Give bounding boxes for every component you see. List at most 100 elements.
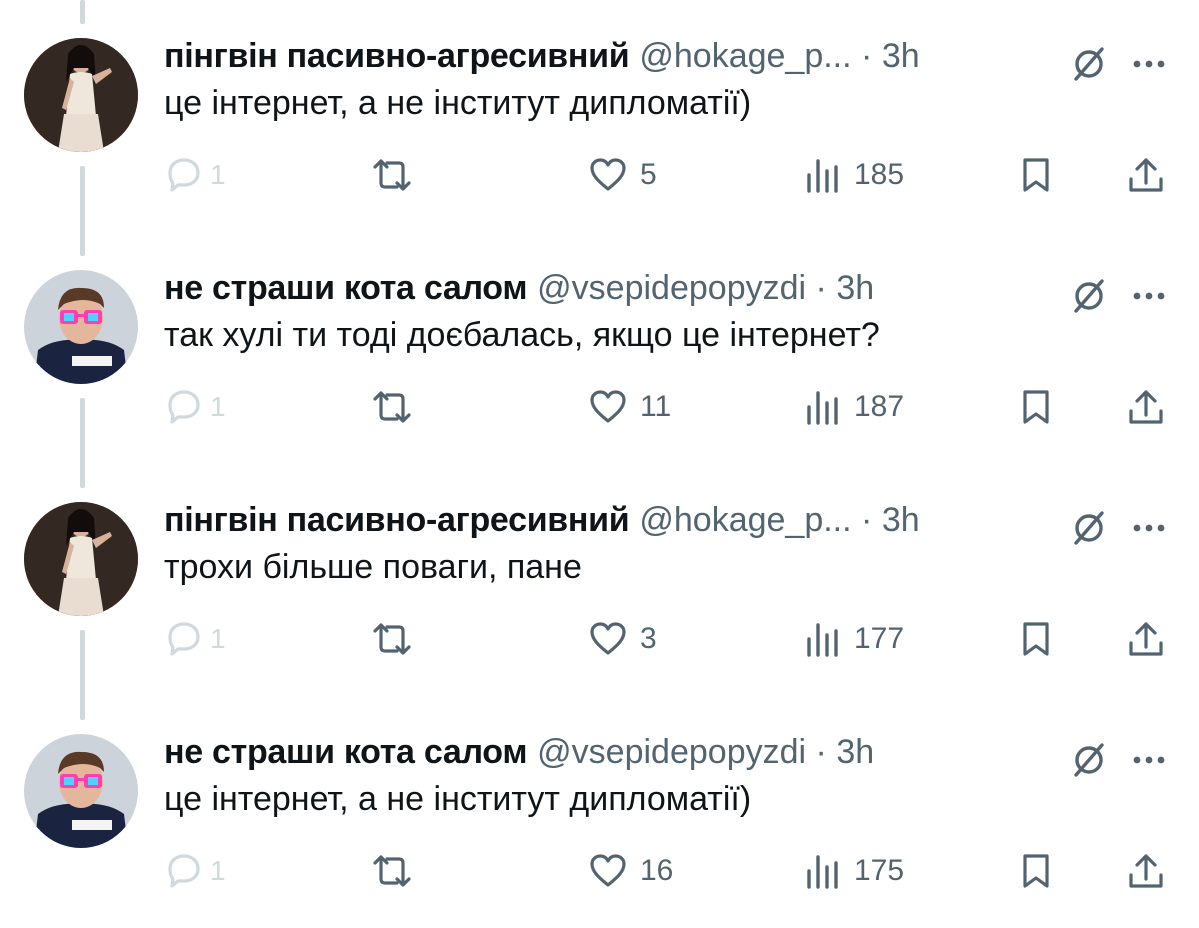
tweet[interactable]: не страши кота салом @vsepidepopyzdi · 3h… <box>0 696 1199 928</box>
bookmark-button[interactable] <box>1016 616 1056 662</box>
reply-bubble-icon <box>168 622 200 656</box>
tweet-actions: 1 11 187 <box>164 384 1174 430</box>
views-button[interactable]: 187 <box>804 384 904 430</box>
user-handle[interactable]: @hokage_p... <box>639 37 851 75</box>
bookmark-icon <box>1023 158 1049 192</box>
grok-icon[interactable] <box>1069 276 1109 316</box>
tweet[interactable]: пінгвін пасивно-агресивний @hokage_p... ·… <box>0 464 1199 696</box>
like-count: 5 <box>640 158 657 191</box>
user-handle[interactable]: @hokage_p... <box>639 501 851 539</box>
like-button[interactable]: 3 <box>588 616 657 662</box>
woman-photo-avatar-icon <box>24 502 138 616</box>
view-count: 175 <box>854 854 905 887</box>
retweet-button[interactable] <box>369 384 415 430</box>
grok-icon[interactable] <box>1069 740 1109 780</box>
reply-button[interactable]: 1 <box>164 848 226 894</box>
like-button[interactable]: 5 <box>588 152 657 198</box>
bookmark-button[interactable] <box>1016 384 1056 430</box>
tweet-text: це інтернет, а не інститут дипломатії) <box>164 84 752 122</box>
grok-icon[interactable] <box>1069 44 1109 84</box>
separator-dot: · <box>815 269 827 307</box>
more-options-icon[interactable] <box>1129 44 1169 84</box>
tweet-actions: 1 5 185 <box>164 152 1174 198</box>
avatar[interactable] <box>24 38 138 152</box>
grok-icon[interactable] <box>1069 508 1109 548</box>
display-name[interactable]: пінгвін пасивно-агресивний <box>164 501 630 539</box>
heart-icon <box>590 158 626 191</box>
analytics-bars-icon <box>807 623 838 657</box>
tweet-header: пінгвін пасивно-агресивний @hokage_p... ·… <box>164 500 1059 540</box>
reply-bubble-icon <box>168 854 200 888</box>
separator-dot: · <box>861 37 873 75</box>
share-icon <box>1129 622 1163 656</box>
display-name[interactable]: не страши кота салом <box>164 269 527 307</box>
retweet-icon <box>373 391 411 423</box>
like-count: 16 <box>640 854 674 887</box>
share-button[interactable] <box>1126 384 1166 430</box>
user-handle[interactable]: @vsepidepopyzdi <box>537 733 806 771</box>
share-icon <box>1129 390 1163 424</box>
share-button[interactable] <box>1126 152 1166 198</box>
like-count: 3 <box>640 622 657 655</box>
tweet-header: пінгвін пасивно-агресивний @hokage_p... ·… <box>164 36 1059 76</box>
retweet-button[interactable] <box>369 152 415 198</box>
heart-icon <box>590 390 626 423</box>
heart-icon <box>590 622 626 655</box>
timestamp[interactable]: 3h <box>836 733 874 771</box>
tweet-text: трохи більше поваги, пане <box>164 548 582 586</box>
avatar[interactable] <box>24 270 138 384</box>
timestamp[interactable]: 3h <box>882 37 920 75</box>
like-button[interactable]: 16 <box>588 848 673 894</box>
tweet-header: не страши кота салом @vsepidepopyzdi · 3h <box>164 268 1059 308</box>
display-name[interactable]: пінгвін пасивно-агресивний <box>164 37 630 75</box>
more-options-icon[interactable] <box>1129 276 1169 316</box>
view-count: 185 <box>854 158 905 191</box>
bookmark-icon <box>1023 390 1049 424</box>
avatar[interactable] <box>24 502 138 616</box>
separator-dot: · <box>815 733 827 771</box>
avatar[interactable] <box>24 734 138 848</box>
timestamp[interactable]: 3h <box>882 501 920 539</box>
share-icon <box>1129 854 1163 888</box>
tweet[interactable]: не страши кота салом @vsepidepopyzdi · 3h… <box>0 232 1199 464</box>
like-button[interactable]: 11 <box>588 384 671 430</box>
retweet-icon <box>373 159 411 191</box>
reply-count: 1 <box>210 855 226 886</box>
reply-bubble-icon <box>168 390 200 424</box>
separator-dot: · <box>861 501 873 539</box>
views-button[interactable]: 175 <box>804 848 904 894</box>
retweet-icon <box>373 623 411 655</box>
retweet-button[interactable] <box>369 616 415 662</box>
timestamp[interactable]: 3h <box>836 269 874 307</box>
reply-bubble-icon <box>168 158 200 192</box>
like-count: 11 <box>640 390 672 423</box>
tweet-text: це інтернет, а не інститут дипломатії) <box>164 780 752 818</box>
analytics-bars-icon <box>807 391 838 425</box>
share-icon <box>1129 158 1163 192</box>
bookmark-button[interactable] <box>1016 848 1056 894</box>
woman-photo-avatar-icon <box>24 38 138 152</box>
reply-button[interactable]: 1 <box>164 152 226 198</box>
display-name[interactable]: не страши кота салом <box>164 733 527 771</box>
retweet-button[interactable] <box>369 848 415 894</box>
tweet-text: так хулі ти тоді доєбалась, якщо це інте… <box>164 316 880 354</box>
reply-count: 1 <box>210 391 226 422</box>
more-options-icon[interactable] <box>1129 740 1169 780</box>
views-button[interactable]: 185 <box>804 152 904 198</box>
reply-button[interactable]: 1 <box>164 616 226 662</box>
bookmark-icon <box>1023 854 1049 888</box>
reply-count: 1 <box>210 623 226 654</box>
user-handle[interactable]: @vsepidepopyzdi <box>537 269 806 307</box>
bookmark-button[interactable] <box>1016 152 1056 198</box>
tweet[interactable]: пінгвін пасивно-агресивний @hokage_p... ·… <box>0 0 1199 232</box>
more-options-icon[interactable] <box>1129 508 1169 548</box>
heart-icon <box>590 854 626 887</box>
tweet-header: не страши кота салом @vsepidepopyzdi · 3h <box>164 732 1059 772</box>
views-button[interactable]: 177 <box>804 616 904 662</box>
view-count: 187 <box>854 390 905 423</box>
share-button[interactable] <box>1126 848 1166 894</box>
tweet-actions: 1 3 177 <box>164 616 1174 662</box>
share-button[interactable] <box>1126 616 1166 662</box>
reply-count: 1 <box>210 159 226 190</box>
reply-button[interactable]: 1 <box>164 384 226 430</box>
